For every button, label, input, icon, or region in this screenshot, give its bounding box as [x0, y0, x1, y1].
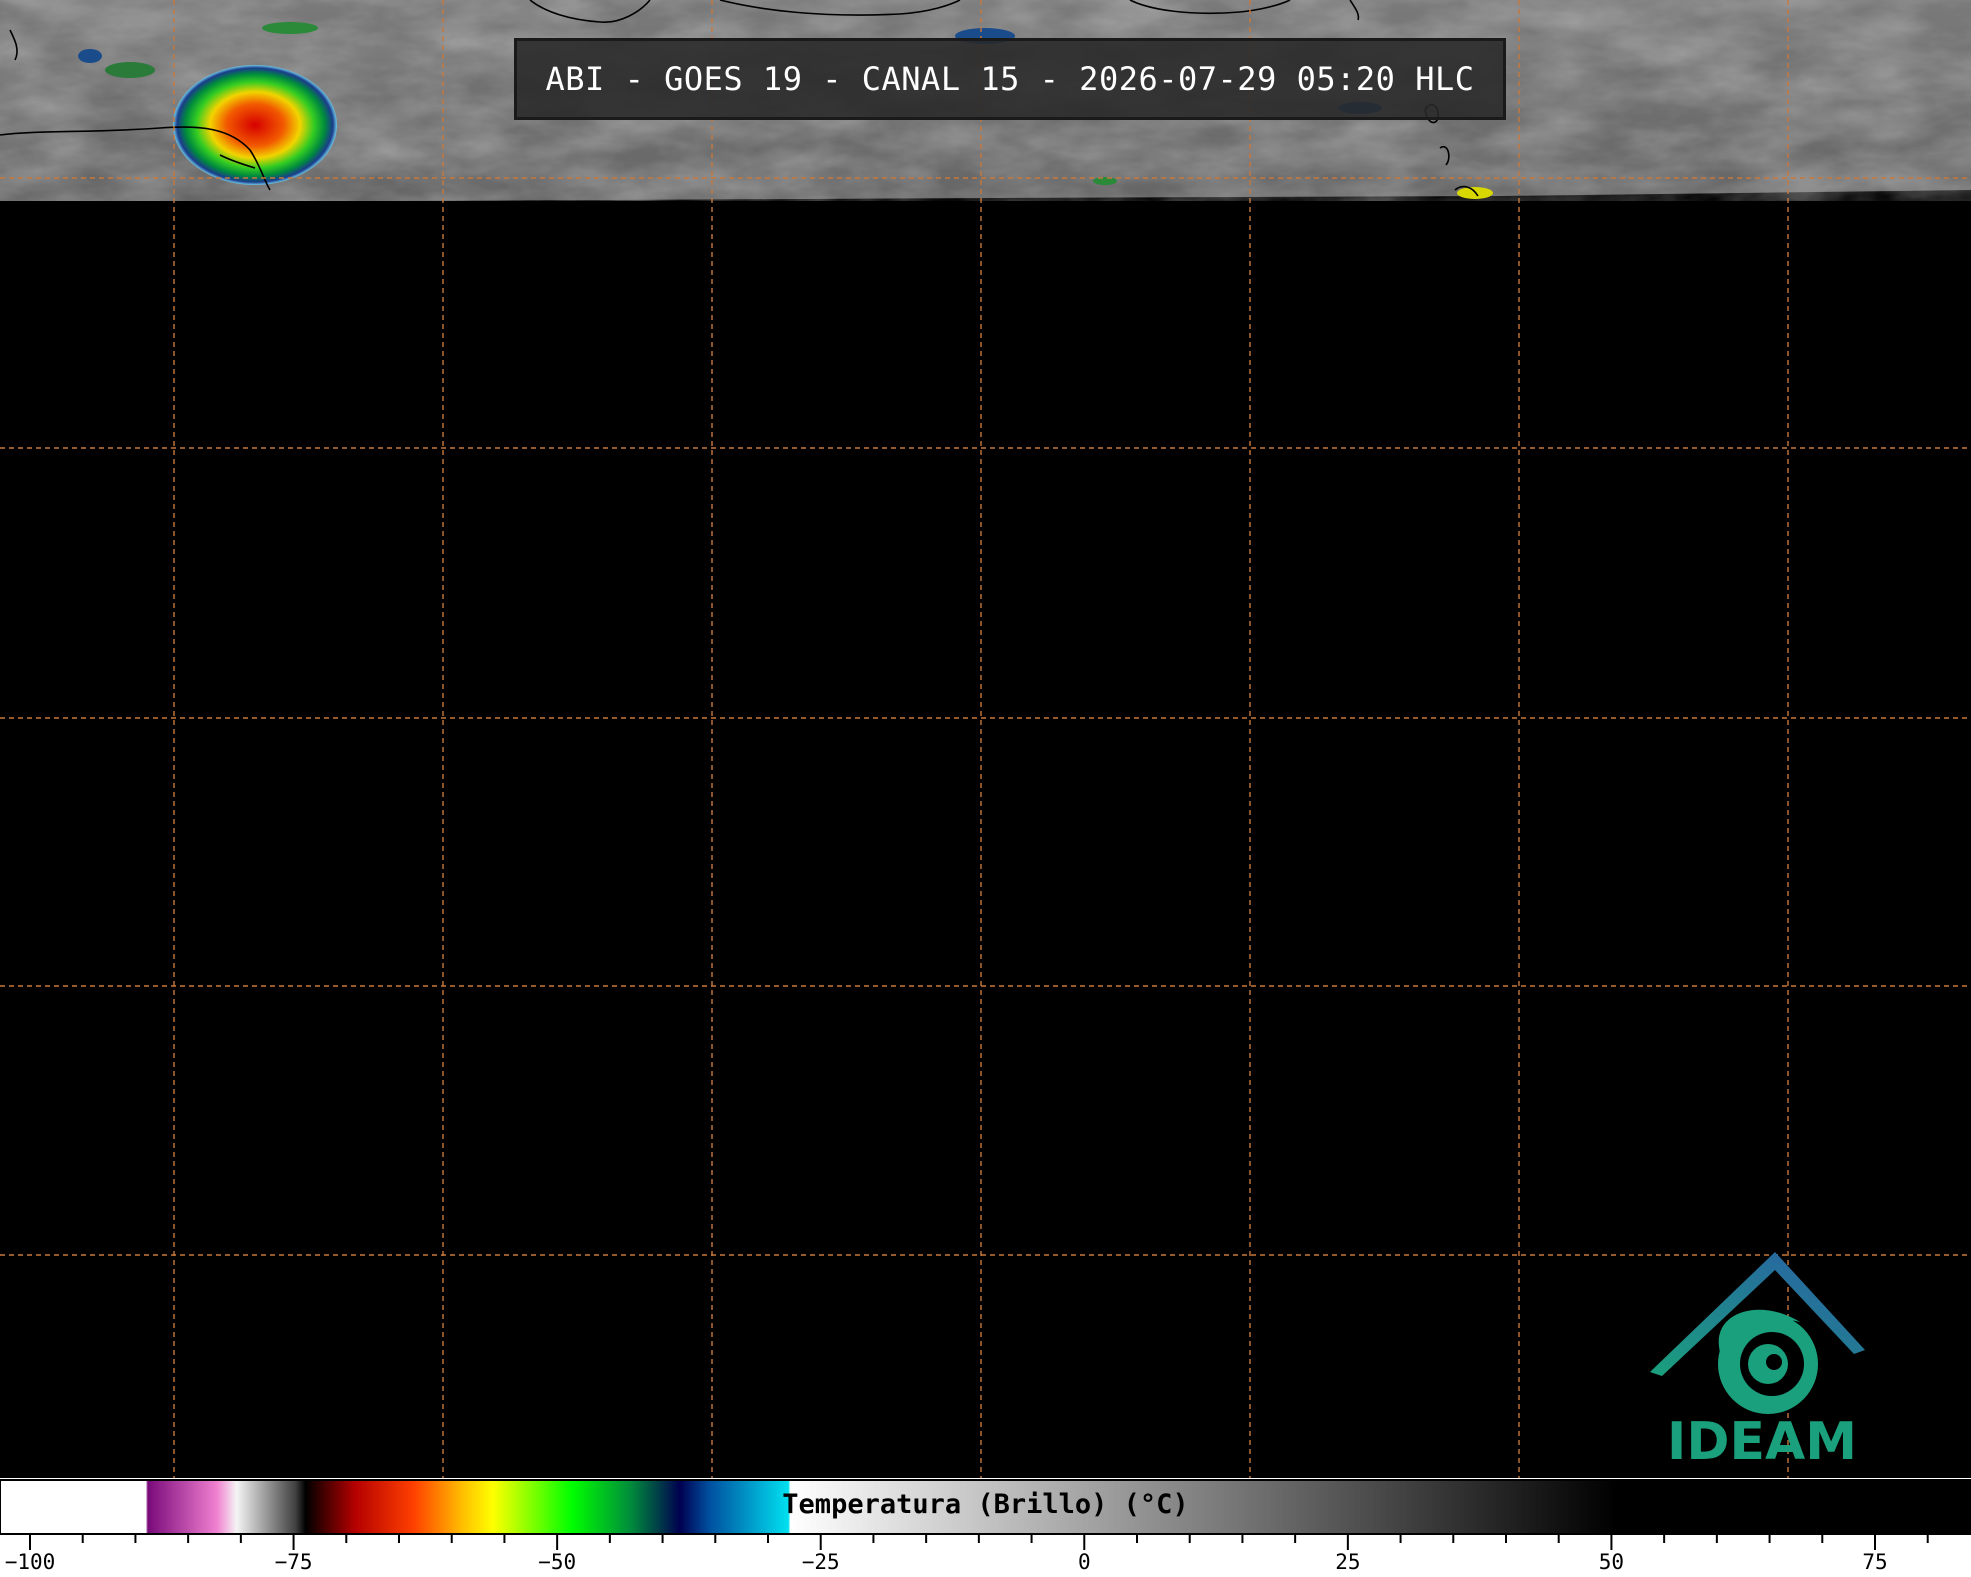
colorbar-tick-label: 75	[1862, 1550, 1888, 1574]
colorbar-tick-label: −100	[4, 1550, 56, 1574]
colorbar-label: Temperatura (Brillo) (°C)	[782, 1489, 1189, 1520]
map-title: ABI - GOES 19 - CANAL 15 - 2026-07-29 05…	[514, 38, 1506, 120]
ideam-logo-text: IDEAM	[1666, 1412, 1858, 1472]
colorbar-tick-label: −75	[274, 1550, 313, 1574]
colorbar-tick-label: −25	[801, 1550, 840, 1574]
colorbar-tick-label: −50	[538, 1550, 577, 1574]
convective-storm	[173, 65, 337, 185]
colorbar-tick-label: 0	[1077, 1550, 1091, 1574]
colorbar-tick-label: 50	[1598, 1550, 1625, 1574]
colorbar-tick-label: 25	[1335, 1550, 1361, 1574]
